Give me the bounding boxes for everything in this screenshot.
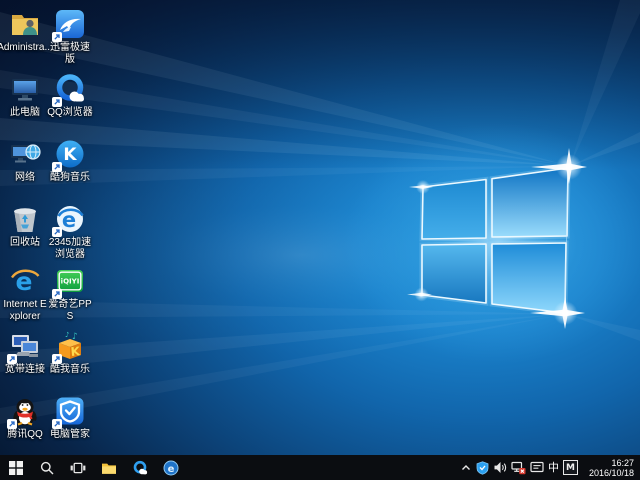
tray-pc-manager[interactable] [476,455,489,480]
iqiyi-icon: iQIYI [54,265,86,297]
icon-label: 宽带连接 [1,364,49,376]
shortcut-arrow-icon [7,354,17,364]
icon-label: 电脑管家 [46,429,94,441]
icon-label: QQ浏览器 [46,107,94,119]
svg-text:iQIYI: iQIYI [61,278,80,286]
tray-chevron-button[interactable] [460,455,472,480]
desktop-icon-internet-explorer[interactable]: e Internet Explorer [1,265,49,323]
shortcut-arrow-icon [52,227,62,237]
desktop-icon-iqiyi-pps[interactable]: iQIYI 爱奇艺PPS [46,265,94,323]
speaker-icon [493,461,507,474]
desktop-icon-qq-browser[interactable]: QQ浏览器 [46,73,94,119]
icon-label: 网络 [1,172,49,184]
icon-label: 爱奇艺PPS [46,299,94,323]
task-view-button[interactable] [62,455,93,480]
qq-browser-icon [54,73,86,105]
shortcut-arrow-icon [52,32,62,42]
chevron-up-icon [460,462,472,474]
internet-explorer-icon: e [9,265,41,297]
shortcut-arrow-icon [52,97,62,107]
desktop-icon-administrator[interactable]: Administra... [1,8,49,54]
search-icon [40,461,54,475]
wallpaper-windows-hero [0,0,640,455]
shield-icon [476,461,489,475]
shortcut-arrow-icon [7,419,17,429]
user-folder-icon [9,8,41,40]
taskbar-buttons: e [0,455,186,480]
network-globe-icon [9,138,41,170]
start-button[interactable] [0,455,31,480]
network-disconnected-icon [511,461,526,475]
tray-volume[interactable] [493,455,507,480]
qq-penguin-icon [9,395,41,427]
clock-date: 2016/10/18 [582,468,634,478]
tray-ime-mode[interactable]: 中 [548,455,559,480]
desktop-icon-pc-manager[interactable]: 电脑管家 [46,395,94,441]
icon-label: 腾讯QQ [1,429,49,441]
folder-icon [101,461,117,475]
desktop-icon-kuwo-music[interactable]: K ♪ ♪ 酷我音乐 [46,330,94,376]
icon-label: 酷我音乐 [46,364,94,376]
icon-label: 2345加速浏览器 [46,237,94,261]
icon-label: 迅雷极速版 [46,42,94,66]
desktop-icon-broadband[interactable]: 宽带连接 [1,330,49,376]
svg-text:♪: ♪ [65,331,69,339]
svg-text:K: K [63,145,77,165]
task-view-icon [70,461,86,475]
shortcut-arrow-icon [52,419,62,429]
desktop-icon-kugou-music[interactable]: K 酷狗音乐 [46,138,94,184]
qq-browser-icon [132,460,148,476]
thunder-bird-icon [54,8,86,40]
tray-ime-badge[interactable]: M [563,455,578,480]
search-button[interactable] [31,455,62,480]
svg-text:♪: ♪ [72,332,78,342]
desktop-icon-this-pc[interactable]: 此电脑 [1,73,49,119]
icon-label: 此电脑 [1,107,49,119]
shield-check-icon [54,395,86,427]
shortcut-arrow-icon [52,162,62,172]
tray-clock[interactable]: 16:27 2016/10/18 [582,458,636,478]
tray-network[interactable] [511,455,526,480]
icon-label: 回收站 [1,237,49,249]
kugou-k-icon: K [54,138,86,170]
desktop-icon-browser-2345[interactable]: e 2345加速浏览器 [46,203,94,261]
desktop: Administra... 此电脑 [0,0,640,455]
svg-text:e: e [167,464,174,475]
e-browser-2345-icon: e [54,203,86,235]
icon-label: 酷狗音乐 [46,172,94,184]
e-browser-taskbar-button[interactable]: e [155,455,186,480]
file-explorer-button[interactable] [93,455,124,480]
e-browser-icon: e [163,460,179,476]
tray-action-center-button[interactable] [530,455,544,480]
desktop-icon-thunder-speed[interactable]: 迅雷极速版 [46,8,94,66]
icon-label: Internet Explorer [1,299,49,323]
desktop-icon-tencent-qq[interactable]: 腾讯QQ [1,395,49,441]
taskbar: e [0,455,640,480]
clock-time: 16:27 [582,458,634,468]
desktop-icon-network[interactable]: 网络 [1,138,49,184]
shortcut-arrow-icon [52,354,62,364]
ime-m-icon: M [563,460,578,475]
system-tray: 中 M 16:27 2016/10/18 [460,455,640,480]
shortcut-arrow-icon [52,289,62,299]
kuwo-box-icon: K ♪ ♪ [54,330,86,362]
action-center-icon [530,461,544,474]
qq-browser-taskbar-button[interactable] [124,455,155,480]
broadband-computers-icon [9,330,41,362]
recycle-bin-icon [9,203,41,235]
windows-logo-icon [9,461,23,475]
desktop-icon-recycle-bin[interactable]: 回收站 [1,203,49,249]
monitor-icon [9,73,41,105]
